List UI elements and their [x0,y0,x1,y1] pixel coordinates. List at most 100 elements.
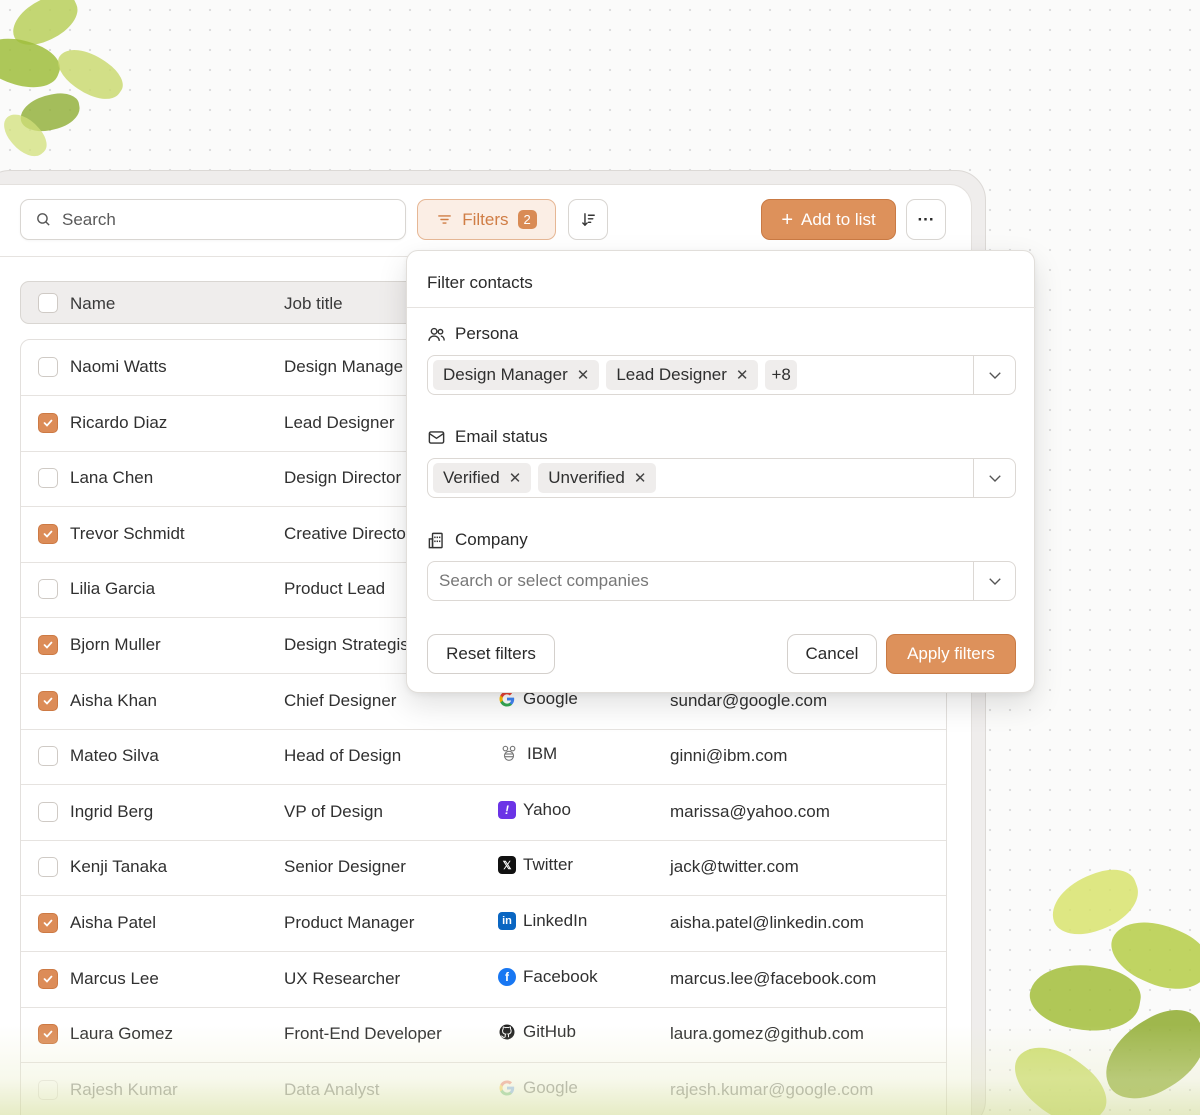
row-checkbox[interactable] [38,412,58,433]
sort-icon [581,213,595,227]
row-checkbox[interactable] [38,913,58,933]
contact-job-title: Product Lead [284,579,386,599]
filter-popover: Filter contacts Persona Design Manager ✕ … [406,250,1036,693]
contact-name[interactable]: Trevor Schmidt [70,524,185,544]
persona-chip: Lead Designer ✕ [606,360,759,390]
add-to-list-button[interactable]: + Add to list [761,199,896,240]
company-select[interactable]: Search or select companies [427,561,1016,601]
contact-job-title: Design Strategis [284,635,409,654]
contact-company: ! Yahoo [498,800,571,820]
company-placeholder: Search or select companies [439,571,649,590]
contact-name[interactable]: Kenji Tanaka [70,857,167,877]
persona-label: Persona [455,324,519,343]
remove-chip-icon[interactable]: ✕ [634,469,647,487]
email-status-select[interactable]: Verified ✕ Unverified ✕ [427,458,1016,498]
check-icon [43,641,53,649]
search-placeholder: Search [62,209,116,229]
contact-company: f Facebook [498,967,598,987]
remove-chip-icon[interactable]: ✕ [509,469,522,487]
check-icon [43,419,53,427]
persona-select[interactable]: Design Manager ✕ Lead Designer ✕ +8 [427,355,1016,395]
chevron-down-icon [988,372,1001,379]
chevron-down-icon [988,475,1001,482]
remove-chip-icon[interactable]: ✕ [577,366,590,384]
contact-job-title: Head of Design [284,746,402,766]
company-section-label: Company [427,530,528,550]
check-icon [43,975,53,983]
contact-name[interactable]: Bjorn Muller [70,635,161,655]
persona-chip: Design Manager ✕ [433,360,600,390]
contact-job-title: Product Manager [284,913,415,932]
row-checkbox[interactable] [38,579,58,600]
table-row[interactable]: Marcus Lee UX Researcher f Facebook marcus.l… [21,952,946,1008]
contact-email[interactable]: marcus.lee@facebook.com [670,969,876,989]
persona-more-chip[interactable]: +8 [765,360,797,390]
contact-name[interactable]: Aisha Patel [70,913,156,933]
contact-name[interactable]: Naomi Watts [70,357,167,377]
check-icon [43,530,53,538]
table-row[interactable]: Aisha Patel Product Manager in LinkedIn aish… [21,896,946,952]
table-row[interactable]: Kenji Tanaka Senior Designer 𝕏 Twitter jack@… [21,840,946,897]
company-label: Company [455,530,528,549]
row-checkbox[interactable] [38,968,58,989]
select-all-checkbox[interactable] [38,293,58,313]
foliage-decoration [0,0,160,170]
cancel-button[interactable]: Cancel [787,634,877,674]
chip-label: Design Manager [443,365,568,384]
filters-button[interactable]: Filters 2 [417,199,556,240]
company-name: Yahoo [523,799,571,819]
company-dropdown-toggle[interactable] [973,562,1015,600]
contact-name[interactable]: Marcus Lee [70,969,159,989]
column-header-job-title[interactable]: Job title [284,294,343,314]
row-checkbox[interactable] [38,468,58,489]
search-icon [37,213,50,226]
reset-filters-button[interactable]: Reset filters [427,634,555,674]
contact-name[interactable]: Ingrid Berg [70,802,153,822]
filter-icon [438,215,452,224]
contact-email[interactable]: ginni@ibm.com [670,746,787,766]
twitter-logo-icon: 𝕏 [498,856,516,875]
contact-job-title: UX Researcher [284,968,401,988]
column-header-name[interactable]: Name [70,294,115,314]
apply-filters-button[interactable]: Apply filters [886,634,1016,674]
contact-job-title: Lead Designer [284,412,395,432]
ibm-logo-icon [498,745,520,763]
email-status-dropdown-toggle[interactable] [973,459,1015,497]
email-status-chip: Verified ✕ [433,463,532,493]
persona-dropdown-toggle[interactable] [973,356,1015,394]
check-icon [43,697,53,705]
row-checkbox[interactable] [38,635,58,655]
contact-name[interactable]: Lilia Garcia [70,579,155,599]
sort-button[interactable] [568,199,608,240]
contact-job-title: Senior Designer [284,857,406,877]
users-icon [428,327,445,341]
row-checkbox[interactable] [38,690,58,711]
row-checkbox[interactable] [38,357,58,377]
table-row[interactable]: Mateo Silva Head of Design IBM ginni@ibm.co… [21,729,946,786]
search-input[interactable]: Search [20,199,406,240]
remove-chip-icon[interactable]: ✕ [736,366,749,384]
row-checkbox[interactable] [38,746,58,767]
chip-label: Unverified [548,468,625,487]
contact-name[interactable]: Aisha Khan [70,691,157,711]
check-icon [43,919,53,927]
filters-label: Filters [462,209,509,229]
plus-icon: + [781,208,794,231]
contact-email[interactable]: jack@twitter.com [670,857,799,877]
contact-email[interactable]: sundar@google.com [670,691,827,711]
contact-company: in LinkedIn [498,911,587,931]
contact-email[interactable]: marissa@yahoo.com [670,802,830,822]
contact-name[interactable]: Ricardo Diaz [70,413,167,433]
email-status-section-label: Email status [427,427,548,447]
row-checkbox[interactable] [38,857,58,878]
contact-job-title: VP of Design [284,801,383,821]
row-checkbox[interactable] [38,801,58,822]
row-checkbox[interactable] [38,523,58,544]
more-options-button[interactable]: ··· [906,199,946,240]
contact-name[interactable]: Lana Chen [70,468,153,488]
table-row[interactable]: Ingrid Berg VP of Design ! Yahoo marissa@yah… [21,785,946,841]
contact-name[interactable]: Mateo Silva [70,746,159,766]
ellipsis-icon: ··· [917,209,935,229]
contact-job-title: Chief Designer [284,690,397,710]
contact-email[interactable]: aisha.patel@linkedin.com [670,913,864,933]
